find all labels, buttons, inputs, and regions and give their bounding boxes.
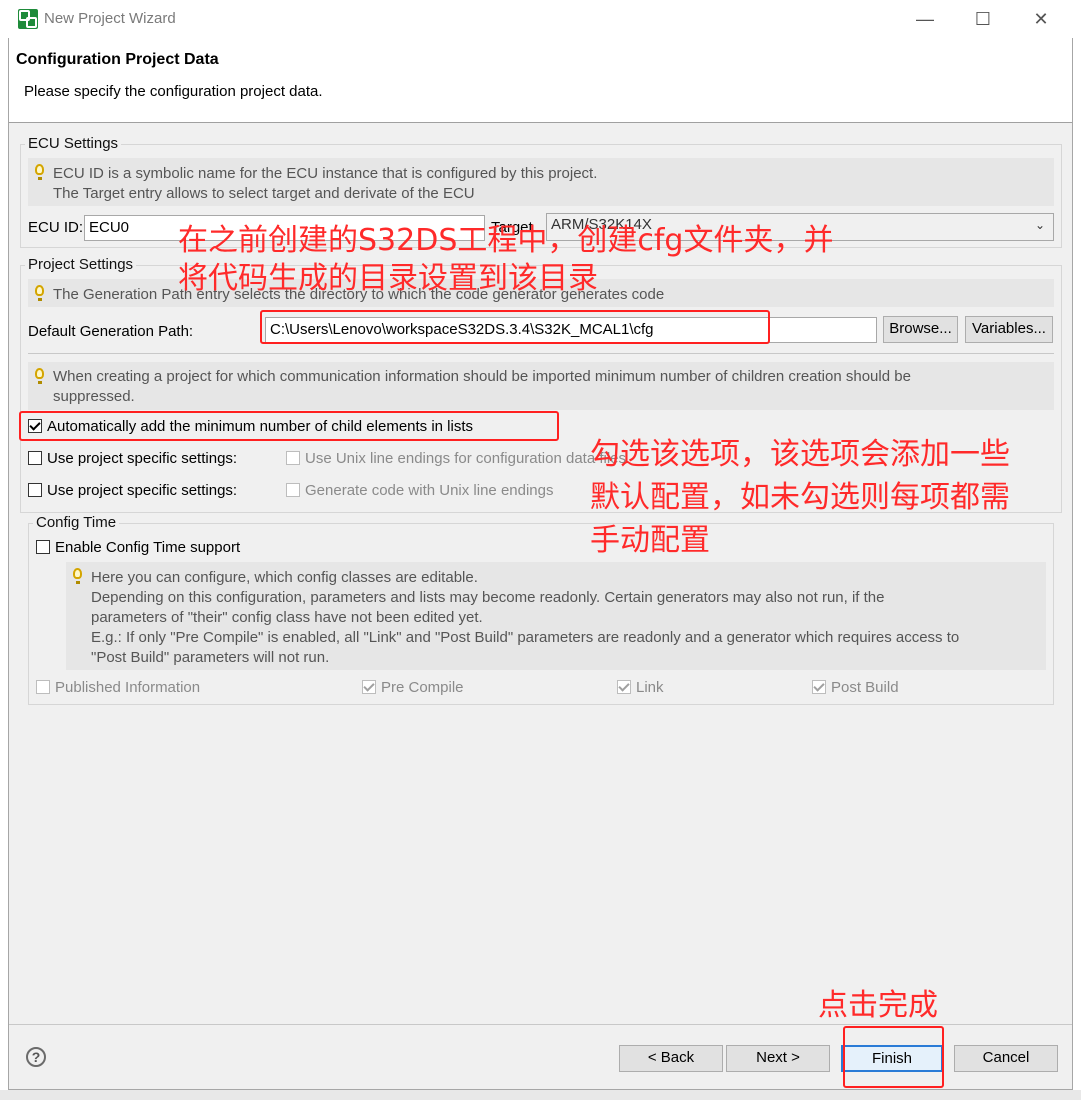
children-info-line1: When creating a project for which commun…	[53, 368, 911, 385]
use-specific-settings-checkbox-1[interactable]	[28, 451, 42, 465]
help-icon[interactable]: ?	[26, 1047, 46, 1067]
finish-highlight-box	[843, 1026, 944, 1088]
cancel-button[interactable]: Cancel	[954, 1045, 1058, 1072]
minimize-button[interactable]: —	[905, 6, 945, 32]
generation-path-label: Default Generation Path:	[28, 323, 194, 340]
enable-config-time-checkbox[interactable]	[36, 540, 50, 554]
unix-line-endings-code-checkbox[interactable]	[286, 483, 300, 497]
lightbulb-icon	[35, 368, 44, 384]
lightbulb-icon	[35, 164, 44, 180]
ecu-settings-label: ECU Settings	[25, 135, 122, 152]
unix-line-endings-cfg-checkbox[interactable]	[286, 451, 300, 465]
maximize-button[interactable]: ☐	[963, 6, 1003, 32]
annotation-note2-line3: 手动配置	[590, 523, 710, 558]
annotation-note1-line1: 在之前创建的S32DS工程中，创建cfg文件夹，并	[178, 223, 834, 258]
path-highlight-box	[260, 310, 770, 344]
separator	[28, 353, 1054, 354]
config-info-line3: parameters of "their" config class have …	[91, 609, 483, 626]
page-subtitle: Please specify the configuration project…	[24, 83, 323, 100]
link-checkbox[interactable]	[617, 680, 631, 694]
ecu-info-line2: The Target entry allows to select target…	[53, 185, 475, 202]
browse-button[interactable]: Browse...	[883, 316, 958, 343]
config-info-line1: Here you can configure, which config cla…	[91, 569, 478, 586]
annotation-note1-line2: 将代码生成的目录设置到该目录	[178, 261, 598, 296]
annotation-note2-line2: 默认配置，如未勾选则每项都需	[590, 480, 1010, 515]
published-info-label: Published Information	[55, 679, 201, 696]
chevron-down-icon: ⌄	[1034, 218, 1045, 232]
back-button[interactable]: < Back	[619, 1045, 723, 1072]
use-specific-settings-checkbox-2[interactable]	[28, 483, 42, 497]
background-strip	[0, 1090, 1081, 1100]
use-specific-settings-label-2: Use project specific settings:	[47, 482, 238, 499]
pre-compile-checkbox[interactable]	[362, 680, 376, 694]
close-button[interactable]: ✕	[1021, 6, 1061, 32]
link-label: Link	[636, 679, 664, 696]
lightbulb-icon	[73, 568, 82, 584]
lightbulb-icon	[35, 285, 44, 301]
config-info-line4: E.g.: If only "Pre Compile" is enabled, …	[91, 629, 960, 646]
variables-button[interactable]: Variables...	[965, 316, 1053, 343]
post-build-label: Post Build	[831, 679, 899, 696]
project-settings-label: Project Settings	[25, 256, 137, 273]
next-button[interactable]: Next >	[726, 1045, 830, 1072]
use-specific-settings-label-1: Use project specific settings:	[47, 450, 238, 467]
checkbox-highlight-box	[19, 411, 559, 441]
children-info-line2: suppressed.	[53, 388, 135, 405]
enable-config-time-label: Enable Config Time support	[55, 539, 241, 556]
annotation-note3: 点击完成	[818, 988, 938, 1023]
annotation-note2-line1: 勾选该选项，该选项会添加一些	[590, 437, 1010, 472]
unix-line-endings-cfg-label: Use Unix line endings for configuration …	[305, 450, 627, 467]
post-build-checkbox[interactable]	[812, 680, 826, 694]
config-time-label: Config Time	[33, 514, 120, 531]
window-title: New Project Wizard	[44, 10, 176, 27]
page-title: Configuration Project Data	[16, 51, 219, 68]
app-icon	[18, 9, 38, 29]
ecu-id-label: ECU ID:	[28, 219, 84, 236]
published-info-checkbox[interactable]	[36, 680, 50, 694]
ecu-info-line1: ECU ID is a symbolic name for the ECU in…	[53, 165, 598, 182]
unix-line-endings-code-label: Generate code with Unix line endings	[305, 482, 554, 499]
pre-compile-label: Pre Compile	[381, 679, 464, 696]
config-info-line5: "Post Build" parameters will not run.	[91, 649, 330, 666]
config-info-line2: Depending on this configuration, paramet…	[91, 589, 885, 606]
